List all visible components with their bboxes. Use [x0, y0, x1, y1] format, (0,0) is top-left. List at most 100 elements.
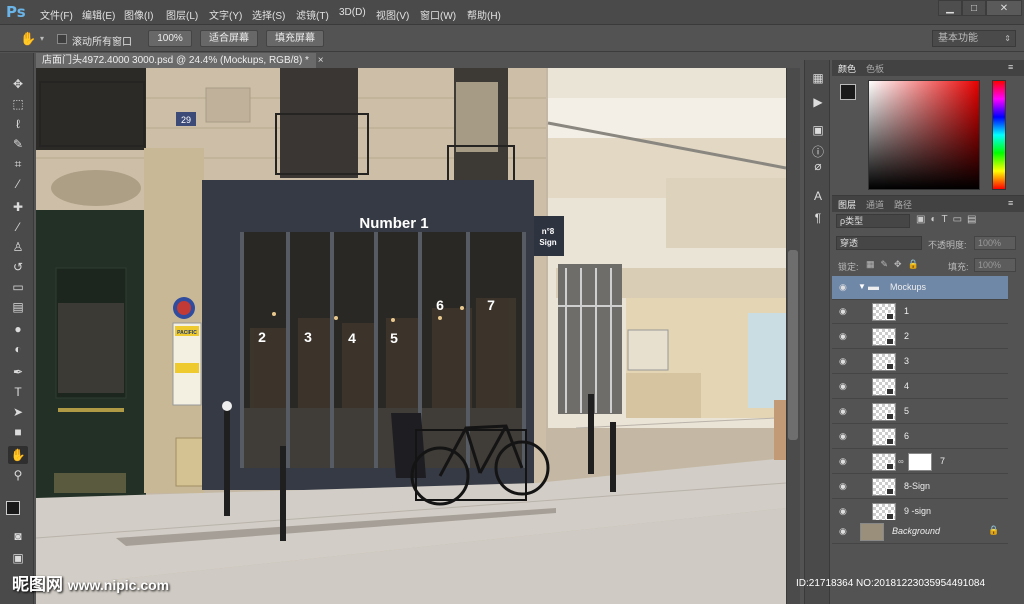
opacity-input[interactable]: 100%	[974, 236, 1016, 250]
document-canvas[interactable]: 29 PACIFIC Number 1 2 3 4 5 6 7 n°8 Sign	[36, 68, 786, 604]
layer-row[interactable]: ◉ 6	[832, 425, 1008, 449]
blend-mode-select[interactable]: 穿透	[836, 236, 922, 250]
screen-mode-icon[interactable]: ▣	[8, 549, 28, 567]
rectangle-tool-icon[interactable]: ■	[8, 423, 28, 441]
visibility-eye-icon[interactable]: ◉	[839, 406, 847, 417]
panel-menu-icon[interactable]: ≡	[1008, 62, 1013, 72]
layer-row[interactable]: ◉ 5	[832, 400, 1008, 424]
dodge-tool-icon[interactable]: ◐	[8, 340, 28, 358]
move-tool-icon[interactable]: ✥	[8, 75, 28, 93]
adjustments-icon[interactable]: ▣	[810, 122, 826, 138]
fill-input[interactable]: 100%	[974, 258, 1016, 272]
visibility-eye-icon[interactable]: ◉	[839, 481, 847, 492]
layer-filter-icons[interactable]: ▣◐T▭▤	[916, 214, 982, 225]
workspace-select[interactable]: 基本功能 ⇕	[932, 30, 1016, 47]
hue-slider[interactable]	[992, 80, 1006, 190]
tab-color[interactable]: 颜色	[838, 62, 856, 75]
menu-select[interactable]: 选择(S)	[252, 7, 285, 22]
menu-type[interactable]: 文字(Y)	[209, 7, 242, 22]
layer-row[interactable]: ◉ 3	[832, 350, 1008, 374]
visibility-eye-icon[interactable]: ◉	[839, 431, 847, 442]
maximize-icon[interactable]: □	[962, 0, 986, 16]
zoom-100-button[interactable]: 100%	[148, 30, 192, 47]
watermark-site: 昵图网	[12, 575, 63, 594]
character-icon[interactable]: A	[810, 188, 826, 204]
fit-screen-button[interactable]: 适合屏幕	[200, 30, 258, 47]
scroll-all-checkbox[interactable]	[57, 34, 67, 44]
panel-menu-icon[interactable]: ≡	[1008, 198, 1013, 208]
brush-presets-icon[interactable]: ⌀	[810, 158, 826, 174]
menu-edit[interactable]: 编辑(E)	[82, 7, 115, 22]
minimize-icon[interactable]: ▁	[938, 0, 962, 16]
chevron-down-icon[interactable]: ▾	[40, 34, 44, 43]
expand-triangle-icon[interactable]: ▼	[858, 282, 866, 291]
foreground-color-swatch[interactable]	[6, 501, 20, 515]
tab-layers[interactable]: 图层	[838, 198, 856, 211]
close-icon[interactable]: ✕	[986, 0, 1022, 16]
menu-3d[interactable]: 3D(D)	[339, 7, 366, 18]
crop-tool-icon[interactable]: ⌗	[8, 155, 28, 173]
layer-row-group[interactable]: ◉ ▼ ▬ Mockups	[832, 276, 1008, 300]
layer-row[interactable]: ◉ 8-Sign	[832, 475, 1008, 499]
paragraph-icon[interactable]: ¶	[810, 210, 826, 226]
collapsed-panel-dock: ▦ ▶ ▣ ⓘ ⌀ A ¶	[804, 60, 830, 604]
brush-tool-icon[interactable]: ⁄	[8, 218, 28, 236]
quick-select-tool-icon[interactable]: ✎	[8, 135, 28, 153]
visibility-eye-icon[interactable]: ◉	[839, 306, 847, 317]
clone-stamp-tool-icon[interactable]: ♙	[8, 238, 28, 256]
menu-help[interactable]: 帮助(H)	[467, 7, 501, 22]
visibility-eye-icon[interactable]: ◉	[839, 356, 847, 367]
layer-row-background[interactable]: ◉ Background 🔒	[832, 520, 1008, 544]
type-tool-icon[interactable]: T	[8, 383, 28, 401]
visibility-eye-icon[interactable]: ◉	[839, 331, 847, 342]
history-icon[interactable]: ▦	[810, 70, 826, 86]
visibility-eye-icon[interactable]: ◉	[839, 506, 847, 517]
tab-channels[interactable]: 通道	[866, 198, 884, 211]
history-brush-tool-icon[interactable]: ↺	[8, 258, 28, 276]
options-bar: ✋ ▾ 滚动所有窗口 100% 适合屏幕 填充屏幕 基本功能 ⇕	[0, 26, 1024, 52]
path-select-tool-icon[interactable]: ➤	[8, 403, 28, 421]
layers-panel-tabs: 图层 通道 路径 ≡	[832, 196, 1024, 212]
tab-paths[interactable]: 路径	[894, 198, 912, 211]
play-action-icon[interactable]: ▶	[810, 94, 826, 110]
hand-tool-icon[interactable]: ✋	[8, 446, 28, 464]
lock-icons[interactable]: ▦✎✥🔒	[866, 259, 925, 270]
eyedropper-tool-icon[interactable]: ⁄	[8, 175, 28, 193]
menu-filter[interactable]: 滤镜(T)	[296, 7, 329, 22]
tab-swatches[interactable]: 色板	[866, 62, 884, 75]
pen-tool-icon[interactable]: ✒	[8, 363, 28, 381]
foreground-color-swatch[interactable]	[840, 84, 856, 100]
menu-file[interactable]: 文件(F)	[40, 7, 73, 22]
layer-name: 5	[904, 406, 910, 416]
color-field[interactable]	[868, 80, 980, 190]
healing-brush-tool-icon[interactable]: ✚	[8, 198, 28, 216]
close-tab-icon[interactable]: ×	[318, 55, 324, 66]
layer-mask-thumbnail[interactable]	[908, 453, 932, 471]
visibility-eye-icon[interactable]: ◉	[839, 456, 847, 467]
visibility-eye-icon[interactable]: ◉	[839, 282, 847, 293]
marquee-tool-icon[interactable]: ⬚	[8, 95, 28, 113]
eraser-tool-icon[interactable]: ▭	[8, 278, 28, 296]
visibility-eye-icon[interactable]: ◉	[839, 381, 847, 392]
lasso-tool-icon[interactable]: ℓ	[8, 115, 28, 133]
menu-layer[interactable]: 图层(L)	[166, 7, 198, 22]
quick-mask-icon[interactable]: ◙	[8, 527, 28, 545]
layer-row[interactable]: ◉ 2	[832, 325, 1008, 349]
layer-filter-select[interactable]: ρ类型	[836, 214, 910, 228]
blur-tool-icon[interactable]: ●	[8, 320, 28, 338]
zoom-tool-icon[interactable]: ⚲	[8, 466, 28, 484]
layer-name: 3	[904, 356, 910, 366]
link-icon[interactable]: ∞	[898, 457, 904, 466]
visibility-eye-icon[interactable]: ◉	[839, 526, 847, 537]
menu-image[interactable]: 图像(I)	[124, 7, 153, 22]
blend-mode-label: 穿透	[840, 238, 859, 248]
scrollbar-thumb[interactable]	[788, 250, 798, 440]
menu-window[interactable]: 窗口(W)	[420, 7, 456, 22]
fill-screen-button[interactable]: 填充屏幕	[266, 30, 324, 47]
menu-view[interactable]: 视图(V)	[376, 7, 409, 22]
layer-row[interactable]: ◉ 4	[832, 375, 1008, 399]
layer-row[interactable]: ◉ ∞ 7	[832, 450, 1008, 474]
layer-row[interactable]: ◉ 1	[832, 300, 1008, 324]
document-tab[interactable]: 店面门头4972.4000 3000.psd @ 24.4% (Mockups,…	[36, 53, 324, 68]
gradient-tool-icon[interactable]: ▤	[8, 298, 28, 316]
